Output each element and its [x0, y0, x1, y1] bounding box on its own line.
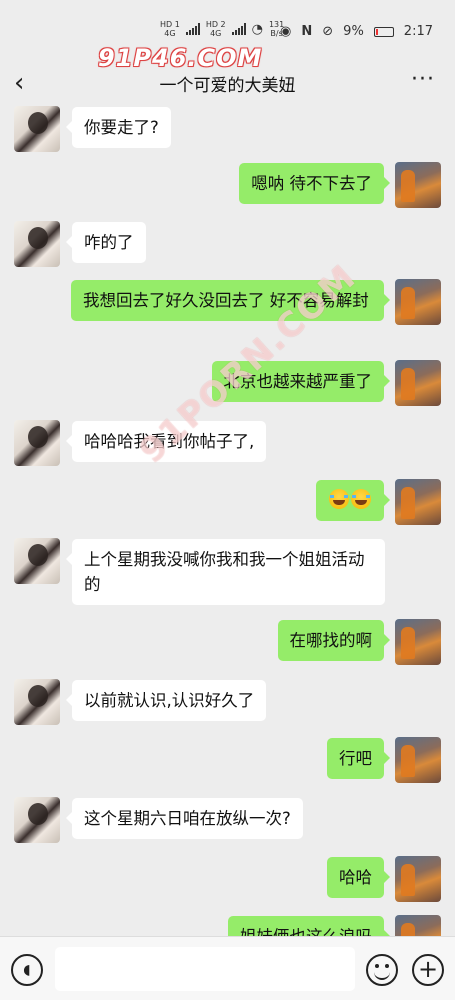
contact-avatar[interactable] [14, 797, 60, 843]
signal2-icon [231, 23, 246, 35]
message-row: 嗯呐 待不下去了 [0, 161, 455, 213]
message-bubble[interactable]: 以前就认识,认识好久了 [65, 680, 267, 721]
message-bubble[interactable]: 姐妹俩也这么浪吗 [228, 916, 390, 936]
my-avatar[interactable] [395, 279, 441, 325]
chat-header: ‹ 一个可爱的大美妞 ··· [0, 62, 455, 104]
message-bubble[interactable] [316, 480, 390, 521]
contact-avatar[interactable] [14, 420, 60, 466]
mute-icon: ⊘ [322, 24, 334, 39]
message-bubble[interactable]: 我想回去了好久没回去了 好不容易解封 [71, 280, 390, 321]
my-avatar[interactable] [395, 162, 441, 208]
message-row: 咋的了 [0, 220, 455, 272]
chat-title: 一个可爱的大美妞 [159, 76, 296, 96]
battery-percent: 9% [343, 24, 364, 39]
message-bubble[interactable]: 嗯呐 待不下去了 [239, 163, 390, 204]
message-row: 我想回去了好久没回去了 好不容易解封 [0, 278, 455, 350]
my-avatar[interactable] [395, 915, 441, 936]
my-avatar[interactable] [395, 737, 441, 783]
message-bubble[interactable]: 咋的了 [66, 222, 146, 263]
message-row: 上个星期我没喊你我和我一个姐姐活动的 [0, 537, 455, 609]
contact-avatar[interactable] [14, 221, 60, 267]
battery-icon [373, 26, 394, 37]
joy-emoji-icon [351, 489, 371, 509]
message-row: 行吧 [0, 736, 455, 788]
message-row: 在哪找的啊 [0, 618, 455, 670]
chat-area[interactable]: 你要走了? 嗯呐 待不下去了 咋的了 我想回去了好久没回去了 好不容易解封 北京… [0, 104, 455, 936]
contact-avatar[interactable] [14, 538, 60, 584]
message-bubble[interactable]: 北京也越来越严重了 [211, 361, 390, 402]
message-bubble[interactable]: 上个星期我没喊你我和我一个姐姐活动的 [66, 539, 385, 605]
message-bubble[interactable]: 行吧 [327, 738, 390, 779]
my-avatar[interactable] [395, 619, 441, 665]
nfc-icon: N [301, 24, 313, 39]
status-left: HD 1 4G HD 2 4G ◔ 131 B/s [160, 20, 284, 38]
plus-icon[interactable]: + [412, 954, 444, 986]
message-bubble[interactable]: 这个星期六日咱在放纵一次? [66, 798, 303, 839]
wifi-icon: ◔ [251, 21, 263, 37]
my-avatar[interactable] [395, 360, 441, 406]
message-row [0, 478, 455, 530]
contact-avatar[interactable] [14, 679, 60, 725]
status-right: ◉ N ⊘ 9% 2:17 [280, 24, 433, 39]
eye-icon: ◉ [280, 24, 292, 39]
message-row: 哈哈哈我看到你帖子了, [0, 418, 455, 470]
message-bubble[interactable]: 在哪找的啊 [277, 620, 390, 661]
status-bar: HD 1 4G HD 2 4G ◔ 131 B/s ◉ N ⊘ 9% 2:17 91P… [0, 0, 455, 72]
message-row: 你要走了? [0, 104, 455, 156]
message-bubble[interactable]: 哈哈哈我看到你帖子了, [65, 421, 267, 462]
joy-emoji-icon [329, 489, 349, 509]
emoji-icon[interactable] [366, 954, 398, 986]
sim2-indicator: HD 2 4G [205, 20, 226, 38]
message-row: 这个星期六日咱在放纵一次? [0, 796, 455, 848]
message-row: 北京也越来越严重了 [0, 359, 455, 411]
message-row: 哈哈 [0, 855, 455, 907]
sim1-indicator: HD 1 4G [160, 20, 180, 38]
message-row: 以前就认识,认识好久了 [0, 677, 455, 729]
my-avatar[interactable] [395, 856, 441, 902]
message-bubble[interactable]: 哈哈 [327, 857, 390, 898]
message-input[interactable] [55, 947, 355, 991]
signal1-icon [185, 23, 200, 35]
my-avatar[interactable] [395, 479, 441, 525]
message-row: 姐妹俩也这么浪吗 [0, 914, 455, 936]
voice-icon[interactable]: ◖ [11, 954, 43, 986]
contact-avatar[interactable] [14, 106, 60, 152]
more-options-button[interactable]: ··· [411, 67, 435, 92]
input-bar: ◖ + [0, 936, 455, 1000]
clock: 2:17 [403, 24, 433, 39]
message-bubble[interactable]: 你要走了? [66, 107, 171, 148]
